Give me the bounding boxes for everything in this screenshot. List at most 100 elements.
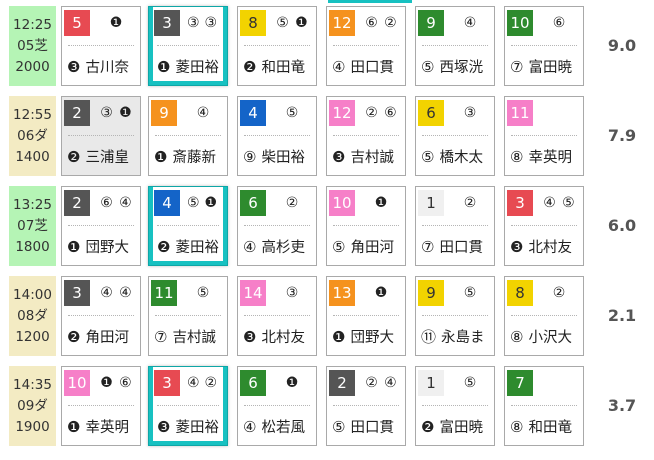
horse-number: 3	[154, 10, 180, 36]
horse-number: 10	[64, 370, 90, 396]
rank-mark: ④	[243, 417, 257, 436]
horse-card[interactable]: 2 ③ ❶ ❷ 三浦皇	[61, 96, 141, 176]
horse-card[interactable]: 3 ④ ② ❸ 菱田裕	[148, 366, 228, 446]
horse-card[interactable]: 2 ② ④ ⑤ 田口貫	[326, 366, 406, 446]
jockey-name: 斎藤新	[172, 150, 216, 166]
jockey-line: ❶ 団野大	[67, 236, 129, 257]
prediction-marks: ⑤	[448, 370, 492, 396]
race-odds: 3.7	[607, 395, 637, 415]
rank-mark: ❷	[243, 57, 257, 76]
jockey-name: 富田暁	[528, 60, 572, 76]
dotted-divider	[155, 315, 221, 316]
jockey-name: 北村友	[261, 330, 305, 346]
race-row: 13:25 07芝 1800 2 ⑥ ④ ❶ 団野大 4 ⑤ ❶ ❷ 菱田裕 6 ② ④ 高杉吏 10 ❶ ⑤ 角田河 1…	[0, 186, 654, 272]
jockey-name: 和田竜	[528, 420, 572, 436]
jockey-line: ❸ 北村友	[510, 236, 572, 257]
rank-mark: ❸	[243, 327, 257, 346]
jockey-name: 幸英明	[85, 420, 129, 436]
prediction-mark: ❶	[100, 375, 113, 391]
jockey-line: ❸ 古川奈	[67, 56, 129, 77]
race-info-cell[interactable]: 14:00 08ダ 1200	[9, 276, 56, 356]
horse-card[interactable]: 10 ❶ ⑤ 角田河	[326, 186, 406, 266]
horse-card[interactable]: 10 ❶ ⑥ ❶ 幸英明	[61, 366, 141, 446]
prediction-marks: ⑤❶	[182, 190, 222, 216]
horse-number: 2	[64, 100, 90, 126]
race-row: 12:25 05芝 2000 5 ❶ ❸ 古川奈 3 ③ ③ ❶ 菱田裕 8 ⑤ ❶ ❷ 和田竜 12 ⑥ ② ④ 田口貫…	[0, 6, 654, 92]
horse-card[interactable]: 9 ④ ❶ 斎藤新	[148, 96, 228, 176]
horse-card[interactable]: 12 ⑥ ② ④ 田口貫	[326, 6, 406, 86]
rank-mark: ❶	[154, 147, 168, 166]
jockey-name: 古川奈	[85, 60, 129, 76]
horse-card[interactable]: 3 ④ ⑤ ❸ 北村友	[504, 186, 584, 266]
jockey-name: 柴田裕	[261, 150, 305, 166]
race-course: 08ダ	[17, 307, 48, 324]
horse-card[interactable]: 6 ② ④ 高杉吏	[237, 186, 317, 266]
race-info-cell[interactable]: 12:25 05芝 2000	[9, 6, 56, 86]
race-info-cell[interactable]: 12:55 06ダ 1400	[9, 96, 56, 176]
race-info-cell[interactable]: 13:25 07芝 1800	[9, 186, 56, 266]
prediction-mark: ❶	[295, 15, 308, 31]
horse-card[interactable]: 8 ② ⑧ 小沢大	[504, 276, 584, 356]
dotted-divider	[511, 225, 577, 226]
horse-card[interactable]: 6 ❶ ④ 松若風	[237, 366, 317, 446]
jockey-name: 菱田裕	[175, 240, 219, 256]
jockey-line: ❶ 幸英明	[67, 416, 129, 437]
jockey-line: ❸ 菱田裕	[157, 416, 219, 437]
horse-card[interactable]: 1 ⑤ ❷ 富田暁	[415, 366, 495, 446]
dotted-divider	[511, 405, 577, 406]
horse-number: 8	[240, 10, 266, 36]
prediction-mark: ②	[552, 285, 566, 301]
horse-card[interactable]: 5 ❶ ❸ 古川奈	[61, 6, 141, 86]
race-row: 12:55 06ダ 1400 2 ③ ❶ ❷ 三浦皇 9 ④ ❶ 斎藤新 4 ⑤ ⑨ 柴田裕 12 ② ⑥ ❸ 吉村誠 6…	[0, 96, 654, 182]
prediction-marks: ④②	[182, 370, 222, 396]
rank-mark: ⑧	[510, 327, 524, 346]
horse-card[interactable]: 3 ③ ③ ❶ 菱田裕	[148, 6, 228, 86]
horse-card[interactable]: 4 ⑤ ❶ ❷ 菱田裕	[148, 186, 228, 266]
horse-card[interactable]: 14 ③ ❸ 北村友	[237, 276, 317, 356]
prediction-marks: ③③	[182, 10, 222, 36]
prediction-marks: ❶	[359, 280, 403, 306]
jockey-name: 橋木太	[439, 150, 483, 166]
horse-card[interactable]: 10 ⑥ ⑦ 富田暁	[504, 6, 584, 86]
horse-card[interactable]: 7 ⑧ 和田竜	[504, 366, 584, 446]
prediction-marks: ④⑤	[537, 190, 581, 216]
horse-card[interactable]: 9 ④ ⑤ 西塚洸	[415, 6, 495, 86]
race-time: 12:25	[13, 16, 52, 33]
horse-card[interactable]: 8 ⑤ ❶ ❷ 和田竜	[237, 6, 317, 86]
horse-card[interactable]: 6 ③ ⑤ 橋木太	[415, 96, 495, 176]
horse-card[interactable]: 12 ② ⑥ ❸ 吉村誠	[326, 96, 406, 176]
jockey-name: 松若風	[261, 420, 305, 436]
rank-mark: ❷	[67, 327, 81, 346]
jockey-line: ⑪ 永島ま	[421, 326, 485, 347]
horse-card[interactable]: 3 ④ ④ ❷ 角田河	[61, 276, 141, 356]
prediction-mark: ④	[196, 105, 210, 121]
prediction-marks: ③	[448, 100, 492, 126]
jockey-line: ❷ 和田竜	[243, 56, 305, 77]
prediction-mark: ❶	[204, 195, 218, 211]
prediction-mark: ②	[365, 375, 378, 391]
race-info-cell[interactable]: 14:35 09ダ 1900	[9, 366, 56, 446]
jockey-line: ⑨ 柴田裕	[243, 146, 305, 167]
horse-card[interactable]: 13 ❶ ❶ 団野大	[326, 276, 406, 356]
dotted-divider	[157, 405, 219, 406]
horse-card[interactable]: 1 ② ⑦ 田口貫	[415, 186, 495, 266]
race-odds: 9.0	[607, 35, 637, 55]
prediction-marks: ⑤	[181, 280, 225, 306]
jockey-line: ④ 松若風	[243, 416, 305, 437]
race-row: 14:35 09ダ 1900 10 ❶ ⑥ ❶ 幸英明 3 ④ ② ❸ 菱田裕 6 ❶ ④ 松若風 2 ② ④ ⑤ 田口貫…	[0, 366, 654, 452]
race-course: 06ダ	[17, 127, 48, 144]
horse-card[interactable]: 2 ⑥ ④ ❶ 団野大	[61, 186, 141, 266]
jockey-name: 菱田裕	[175, 420, 219, 436]
horse-card[interactable]: 4 ⑤ ⑨ 柴田裕	[237, 96, 317, 176]
jockey-name: 田口貫	[350, 60, 394, 76]
jockey-line: ❷ 富田暁	[421, 416, 483, 437]
race-distance: 2000	[15, 58, 50, 75]
jockey-line: ❷ 角田河	[67, 326, 129, 347]
horse-card[interactable]: 11 ⑧ 幸英明	[504, 96, 584, 176]
horse-card[interactable]: 9 ⑤ ⑪ 永島ま	[415, 276, 495, 356]
dotted-divider	[511, 315, 577, 316]
dotted-divider	[68, 45, 134, 46]
horse-card[interactable]: 11 ⑤ ⑦ 吉村誠	[148, 276, 228, 356]
prediction-mark: ②	[285, 195, 299, 211]
jockey-name: 幸英明	[528, 150, 572, 166]
